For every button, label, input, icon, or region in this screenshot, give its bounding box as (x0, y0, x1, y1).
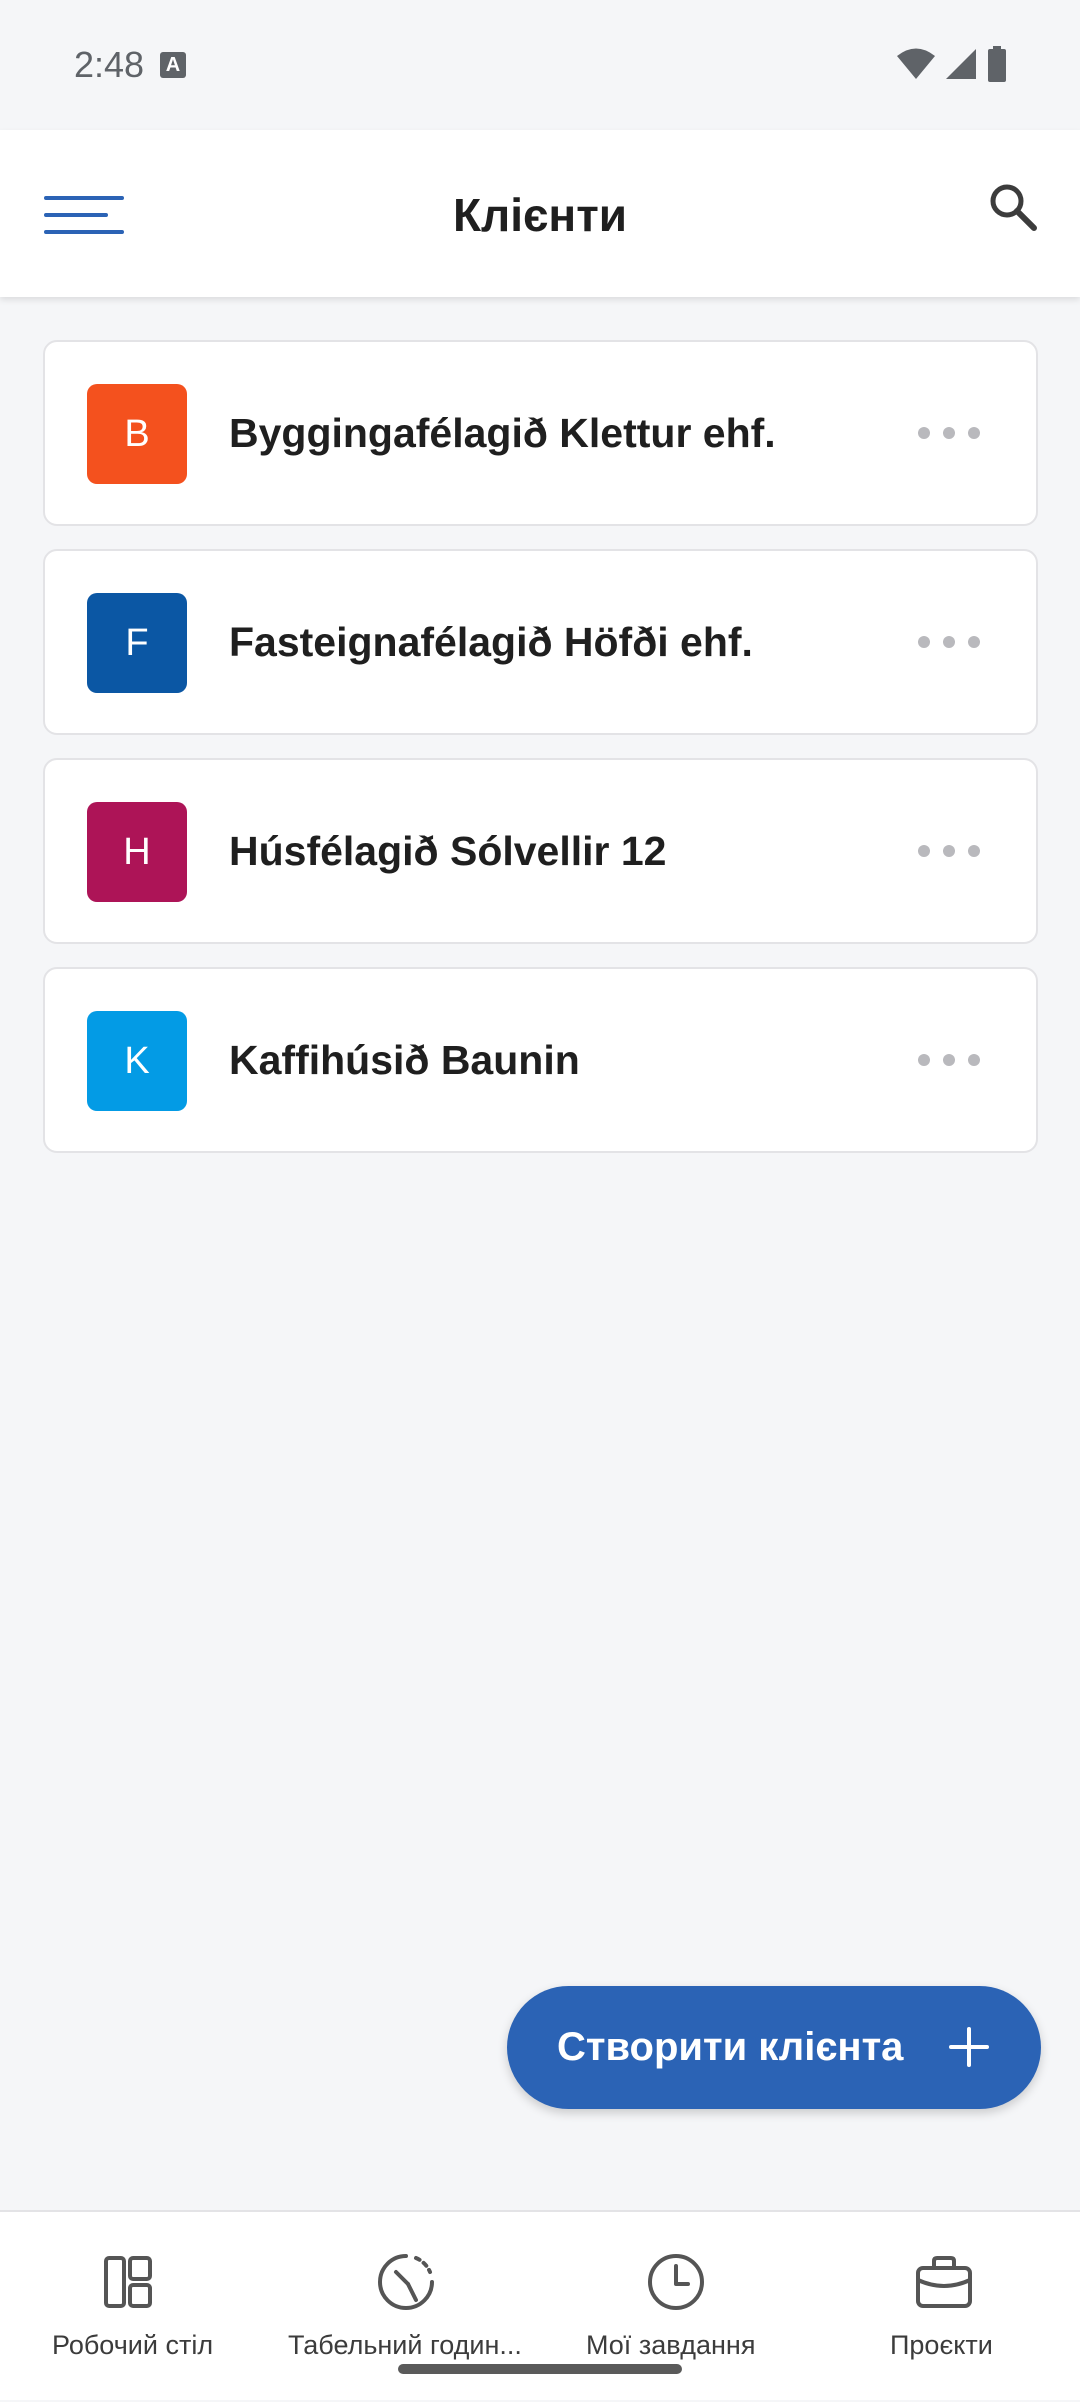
status-time: 2:48 (74, 44, 145, 85)
client-card[interactable]: H Húsfélagið Sólvellir 12 (43, 758, 1038, 944)
app-bar: Клієнти (0, 130, 1080, 297)
client-avatar: K (87, 1011, 187, 1111)
timesheet-icon (378, 2254, 434, 2310)
plus-icon (949, 2027, 989, 2067)
nav-label-projects: Проєкти (890, 2330, 993, 2360)
cell-signal-icon (946, 49, 976, 79)
more-dot-icon (918, 427, 930, 439)
create-client-label: Створити клієнта (557, 2025, 904, 2069)
wifi-icon (897, 48, 935, 79)
client-name: Húsfélagið Sólvellir 12 (229, 828, 667, 874)
client-name: Fasteignafélagið Höfði ehf. (229, 619, 753, 665)
dashboard-icon (104, 2256, 152, 2308)
nav-item-dashboard[interactable]: Робочий стіл (52, 2212, 216, 2402)
client-card[interactable]: K Kaffihúsið Baunin (43, 967, 1038, 1153)
more-dot-icon (918, 636, 930, 648)
page-title: Клієнти (452, 189, 628, 241)
client-list: B Byggingafélagið Klettur ehf. F Fasteig… (43, 340, 1038, 1176)
search-icon (990, 184, 1037, 231)
battery-icon (988, 46, 1006, 82)
more-dot-icon (968, 427, 980, 439)
client-avatar: H (87, 802, 187, 902)
nav-label-timesheet: Табельний годин... (288, 2330, 522, 2360)
nav-label-dashboard: Робочий стіл (52, 2330, 214, 2360)
client-name: Kaffihúsið Baunin (229, 1037, 580, 1083)
more-dot-icon (968, 1054, 980, 1066)
nav-label-my-tasks: Мої завдання (586, 2330, 756, 2360)
nav-item-projects[interactable]: Проєкти (890, 2212, 1000, 2402)
briefcase-icon (916, 2256, 972, 2308)
more-options-button[interactable] (918, 837, 980, 865)
client-avatar: F (87, 593, 187, 693)
client-avatar: B (87, 384, 187, 484)
more-options-button[interactable] (918, 1046, 980, 1074)
more-dot-icon (918, 1054, 930, 1066)
client-card[interactable]: F Fasteignafélagið Höfði ehf. (43, 549, 1038, 735)
more-dot-icon (943, 427, 955, 439)
more-dot-icon (943, 636, 955, 648)
more-dot-icon (918, 845, 930, 857)
more-options-button[interactable] (918, 419, 980, 447)
client-card[interactable]: B Byggingafélagið Klettur ehf. (43, 340, 1038, 526)
more-dot-icon (943, 1054, 955, 1066)
more-dot-icon (968, 845, 980, 857)
notification-a-icon: A (160, 52, 186, 78)
create-client-button[interactable]: Створити клієнта (507, 1986, 1041, 2109)
more-dot-icon (968, 636, 980, 648)
more-options-button[interactable] (918, 628, 980, 656)
status-icons (896, 46, 1008, 82)
clock-icon (648, 2254, 704, 2310)
gesture-navigation-bar[interactable] (398, 2364, 682, 2374)
status-bar: 2:48 A (0, 0, 1080, 130)
search-button[interactable] (984, 178, 1044, 238)
more-dot-icon (943, 845, 955, 857)
client-name: Byggingafélagið Klettur ehf. (229, 410, 776, 456)
